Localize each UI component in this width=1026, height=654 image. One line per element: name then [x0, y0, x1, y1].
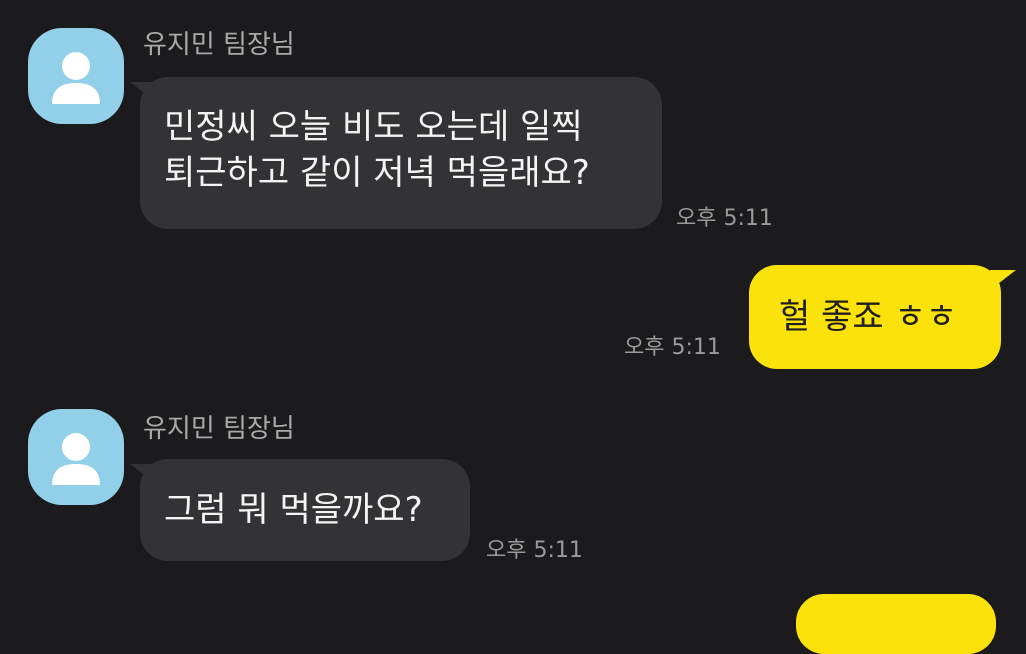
default-profile-icon — [52, 52, 100, 104]
message-text-line: 민정씨 오늘 비도 오는데 일찍 — [164, 107, 583, 147]
message-text-line: 헐 좋죠 ㅎㅎ — [779, 297, 958, 337]
outgoing-message-bubble[interactable]: 헐 좋죠 ㅎㅎ — [749, 265, 1001, 369]
default-profile-icon — [52, 433, 100, 485]
message-timestamp: 오후 5:11 — [486, 538, 583, 563]
message-timestamp: 오후 5:11 — [624, 335, 721, 360]
sender-avatar[interactable] — [28, 409, 124, 505]
outgoing-message-bubble-partial[interactable] — [796, 594, 996, 654]
sender-name: 유지민 팀장님 — [143, 30, 295, 60]
incoming-message-bubble[interactable]: 그럼 뭐 먹을까요? — [140, 459, 470, 561]
incoming-message-bubble[interactable]: 민정씨 오늘 비도 오는데 일찍 퇴근하고 같이 저녁 먹을래요? — [140, 77, 662, 229]
message-text-line: 퇴근하고 같이 저녁 먹을래요? — [164, 153, 590, 193]
message-text-line: 그럼 뭐 먹을까요? — [164, 490, 423, 530]
sender-name: 유지민 팀장님 — [143, 414, 295, 444]
message-timestamp: 오후 5:11 — [676, 206, 773, 231]
sender-avatar[interactable] — [28, 28, 124, 124]
